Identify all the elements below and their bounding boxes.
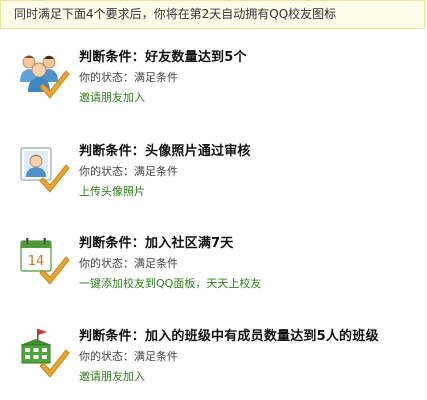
invite-friends-link[interactable]: 邀请朋友加入: [79, 89, 145, 105]
status-value: 满足条件: [134, 71, 178, 84]
add-to-qq-panel-link[interactable]: 一键添加校友到QQ面板，天天上校友: [79, 275, 261, 291]
title-text: 好友数量达到5个: [145, 50, 247, 65]
title-text: 加入社区满7天: [145, 236, 234, 251]
title-prefix: 判断条件：: [79, 144, 146, 159]
friends-icon: [16, 48, 70, 102]
condition-status: 你的状态：满足条件: [79, 348, 178, 364]
upload-avatar-link[interactable]: 上传头像照片: [79, 183, 145, 199]
condition-status: 你的状态：满足条件: [79, 69, 178, 85]
status-value: 满足条件: [134, 257, 178, 270]
status-label: 你的状态：: [79, 350, 134, 363]
calendar-day: 14: [28, 254, 45, 269]
status-value: 满足条件: [134, 165, 178, 178]
condition-avatar: 判断条件：头像照片通过审核 你的状态：满足条件 上传头像照片: [0, 138, 427, 218]
notice-bar: 同时满足下面4个要求后，你将在第2天自动拥有QQ校友图标: [0, 0, 425, 29]
condition-friends: 判断条件：好友数量达到5个 你的状态：满足条件 邀请朋友加入: [0, 44, 427, 124]
condition-class-members: 判断条件：加入的班级中有成员数量达到5人的班级 你的状态：满足条件 邀请朋友加入: [0, 323, 427, 400]
condition-status: 你的状态：满足条件: [79, 255, 178, 271]
title-text: 加入的班级中有成员数量达到5人的班级: [145, 329, 379, 344]
title-text: 头像照片通过审核: [145, 144, 251, 159]
qq-alumni-requirements-panel: 同时满足下面4个要求后，你将在第2天自动拥有QQ校友图标 判断条件：好友数量达到…: [0, 0, 427, 400]
calendar-icon: 14: [16, 234, 70, 288]
status-label: 你的状态：: [79, 257, 134, 270]
title-prefix: 判断条件：: [79, 329, 146, 344]
title-prefix: 判断条件：: [79, 236, 146, 251]
class-building-icon: [16, 327, 70, 381]
condition-title: 判断条件：好友数量达到5个: [79, 46, 247, 65]
condition-title: 判断条件：加入的班级中有成员数量达到5人的班级: [79, 325, 379, 344]
condition-title: 判断条件：头像照片通过审核: [79, 140, 251, 159]
condition-status: 你的状态：满足条件: [79, 163, 178, 179]
status-label: 你的状态：: [79, 71, 134, 84]
avatar-photo-icon: [16, 142, 70, 196]
status-value: 满足条件: [134, 350, 178, 363]
condition-title: 判断条件：加入社区满7天: [79, 232, 233, 251]
condition-join-days: 14 判断条件：加入社区满7天 你的状态：满足条件 一键添加校友到QQ面板，天天…: [0, 230, 427, 310]
status-label: 你的状态：: [79, 165, 134, 178]
invite-friends-link[interactable]: 邀请朋友加入: [79, 368, 145, 384]
notice-text: 同时满足下面4个要求后，你将在第2天自动拥有QQ校友图标: [14, 7, 337, 21]
title-prefix: 判断条件：: [79, 50, 146, 65]
